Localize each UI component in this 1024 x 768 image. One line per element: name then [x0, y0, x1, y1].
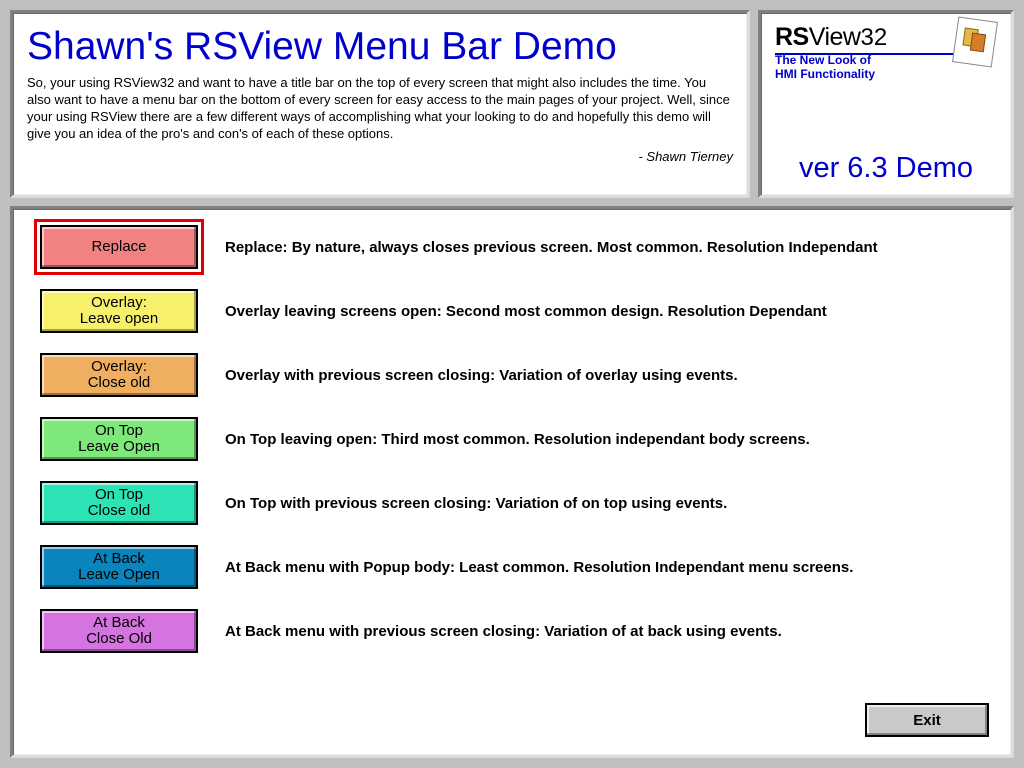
- intro-text: So, your using RSView32 and want to have…: [27, 75, 733, 143]
- option-button-replace[interactable]: Replace: [40, 225, 198, 269]
- logo-brand-rs: RSView: [775, 23, 860, 51]
- option-button-overlay-open[interactable]: Overlay: Leave open: [40, 289, 198, 333]
- option-button-wrap: At Back Leave Open: [33, 545, 205, 589]
- options-list: Replace Replace: By nature, always closes…: [33, 225, 991, 653]
- option-row-overlay-open: Overlay: Leave open Overlay leaving scree…: [33, 289, 991, 333]
- option-button-overlay-close[interactable]: Overlay: Close old: [40, 353, 198, 397]
- option-button-ontop-close[interactable]: On Top Close old: [40, 481, 198, 525]
- option-desc-ontop-close: On Top with previous screen closing: Var…: [225, 495, 991, 512]
- version-label: ver 6.3 Demo: [761, 152, 1011, 185]
- options-panel: Replace Replace: By nature, always closes…: [10, 206, 1014, 758]
- option-desc-replace: Replace: By nature, always closes previo…: [225, 239, 991, 256]
- exit-button[interactable]: Exit: [865, 703, 989, 737]
- logo-panel: RSView32 The New Look of HMI Functionali…: [758, 10, 1014, 198]
- header-panel: Shawn's RSView Menu Bar Demo So, your us…: [10, 10, 750, 198]
- logo-block: RSView32 The New Look of HMI Functionali…: [775, 23, 997, 91]
- page-title: Shawn's RSView Menu Bar Demo: [27, 25, 733, 69]
- logo-sub-line2: HMI Functionality: [775, 68, 997, 82]
- option-desc-atback-open: At Back menu with Popup body: Least comm…: [225, 559, 991, 576]
- option-desc-overlay-close: Overlay with previous screen closing: Va…: [225, 367, 991, 384]
- app-frame: Shawn's RSView Menu Bar Demo So, your us…: [0, 0, 1024, 768]
- header-row: Shawn's RSView Menu Bar Demo So, your us…: [10, 10, 1014, 198]
- option-row-atback-open: At Back Leave Open At Back menu with Popu…: [33, 545, 991, 589]
- signoff-text: - Shawn Tierney: [27, 149, 733, 164]
- option-button-wrap: Overlay: Close old: [33, 353, 205, 397]
- option-desc-overlay-open: Overlay leaving screens open: Second mos…: [225, 303, 991, 320]
- option-row-ontop-close: On Top Close old On Top with previous scr…: [33, 481, 991, 525]
- logo-underline: [775, 53, 955, 55]
- logo-brand-32: 32: [860, 24, 887, 51]
- option-button-wrap: At Back Close Old: [33, 609, 205, 653]
- option-row-atback-close: At Back Close Old At Back menu with previ…: [33, 609, 991, 653]
- option-button-atback-open[interactable]: At Back Leave Open: [40, 545, 198, 589]
- option-desc-atback-close: At Back menu with previous screen closin…: [225, 623, 991, 640]
- option-button-atback-close[interactable]: At Back Close Old: [40, 609, 198, 653]
- option-button-wrap: Overlay: Leave open: [33, 289, 205, 333]
- option-button-wrap: On Top Close old: [33, 481, 205, 525]
- option-desc-ontop-open: On Top leaving open: Third most common. …: [225, 431, 991, 448]
- option-button-wrap: Replace: [33, 225, 205, 269]
- option-row-replace: Replace Replace: By nature, always closes…: [33, 225, 991, 269]
- logo-graphic-icon: [952, 16, 998, 67]
- option-button-ontop-open[interactable]: On Top Leave Open: [40, 417, 198, 461]
- option-row-overlay-close: Overlay: Close old Overlay with previous …: [33, 353, 991, 397]
- option-button-wrap: On Top Leave Open: [33, 417, 205, 461]
- option-row-ontop-open: On Top Leave Open On Top leaving open: Th…: [33, 417, 991, 461]
